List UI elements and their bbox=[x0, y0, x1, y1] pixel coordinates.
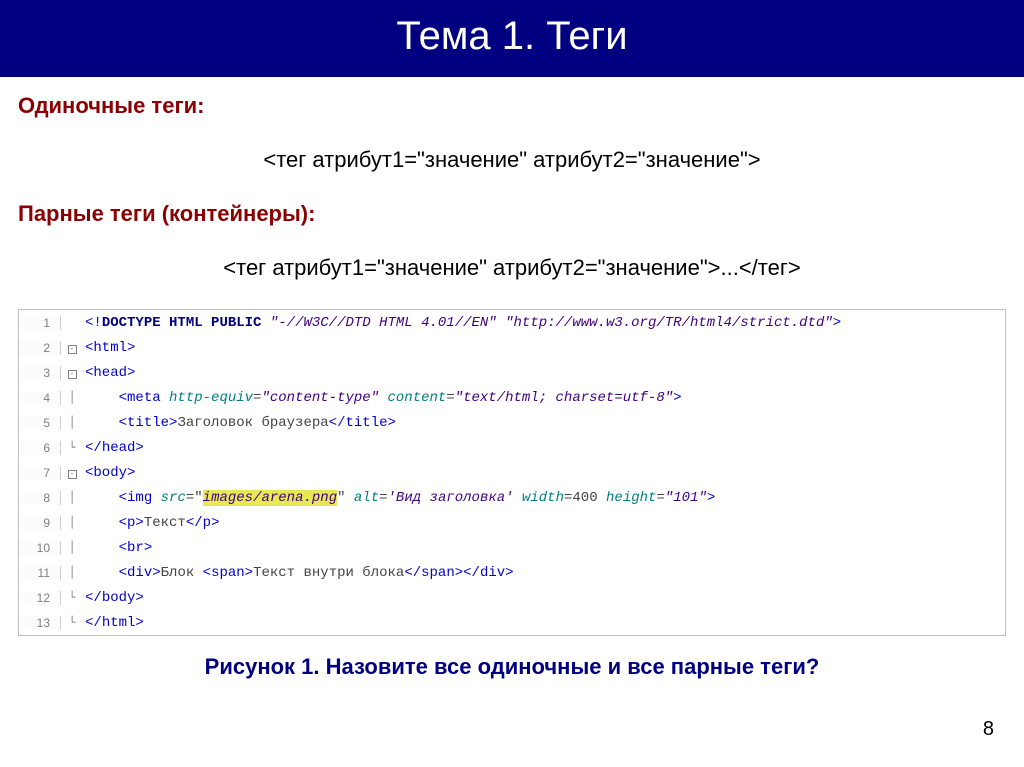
slide-title: Тема 1. Теги bbox=[0, 0, 1024, 77]
line-number: 13 bbox=[19, 616, 61, 630]
fold-marker: - bbox=[61, 466, 83, 479]
line-number: 11 bbox=[19, 566, 61, 580]
fold-marker: - bbox=[61, 341, 83, 354]
fold-marker: │ bbox=[61, 416, 83, 429]
page-number: 8 bbox=[983, 718, 994, 741]
line-number: 2 bbox=[19, 341, 61, 355]
line-number: 5 bbox=[19, 416, 61, 430]
code-row: 9│ <p>Текст</p> bbox=[19, 510, 1005, 535]
fold-marker: └ bbox=[61, 591, 83, 604]
code-row: 2-<html> bbox=[19, 335, 1005, 360]
line-number: 4 bbox=[19, 391, 61, 405]
fold-marker: │ bbox=[61, 491, 83, 504]
code-row: 4│ <meta http-equiv="content-type" conte… bbox=[19, 385, 1005, 410]
code-row: 8│ <img src="images/arena.png" alt='Вид … bbox=[19, 485, 1005, 510]
fold-marker: │ bbox=[61, 516, 83, 529]
line-number: 3 bbox=[19, 366, 61, 380]
syntax-paired: <тег атрибут1="значение" атрибут2="значе… bbox=[0, 255, 1024, 281]
code-line: <br> bbox=[83, 540, 1005, 556]
line-number: 8 bbox=[19, 491, 61, 505]
code-row: 12└</body> bbox=[19, 585, 1005, 610]
code-row: 3-<head> bbox=[19, 360, 1005, 385]
code-line: <img src="images/arena.png" alt='Вид заг… bbox=[83, 490, 1005, 506]
code-line: <div>Блок <span>Текст внутри блока</span… bbox=[83, 565, 1005, 581]
code-row: 5│ <title>Заголовок браузера</title> bbox=[19, 410, 1005, 435]
code-line: </body> bbox=[83, 590, 1005, 606]
fold-marker: └ bbox=[61, 616, 83, 629]
code-line: <body> bbox=[83, 465, 1005, 481]
fold-marker: │ bbox=[61, 391, 83, 404]
line-number: 7 bbox=[19, 466, 61, 480]
code-line: <!DOCTYPE HTML PUBLIC "-//W3C//DTD HTML … bbox=[83, 315, 1005, 331]
section-paired-tags: Парные теги (контейнеры): bbox=[18, 201, 1024, 227]
code-line: <p>Текст</p> bbox=[83, 515, 1005, 531]
fold-marker: │ bbox=[61, 566, 83, 579]
code-line: <html> bbox=[83, 340, 1005, 356]
code-line: </html> bbox=[83, 615, 1005, 631]
code-row: 7-<body> bbox=[19, 460, 1005, 485]
syntax-single: <тег атрибут1="значение" атрибут2="значе… bbox=[0, 147, 1024, 173]
line-number: 12 bbox=[19, 591, 61, 605]
line-number: 1 bbox=[19, 316, 61, 330]
figure-caption: Рисунок 1. Назовите все одиночные и все … bbox=[0, 654, 1024, 680]
fold-marker: └ bbox=[61, 441, 83, 454]
code-row: 11│ <div>Блок <span>Текст внутри блока</… bbox=[19, 560, 1005, 585]
code-example: 1 <!DOCTYPE HTML PUBLIC "-//W3C//DTD HTML… bbox=[18, 309, 1006, 636]
code-row: 13└</html> bbox=[19, 610, 1005, 635]
section-single-tags: Одиночные теги: bbox=[18, 93, 1024, 119]
code-line: <head> bbox=[83, 365, 1005, 381]
line-number: 6 bbox=[19, 441, 61, 455]
code-line: <meta http-equiv="content-type" content=… bbox=[83, 390, 1005, 406]
fold-marker: │ bbox=[61, 541, 83, 554]
line-number: 9 bbox=[19, 516, 61, 530]
code-row: 1 <!DOCTYPE HTML PUBLIC "-//W3C//DTD HTML… bbox=[19, 310, 1005, 335]
fold-marker: - bbox=[61, 366, 83, 379]
code-line: <title>Заголовок браузера</title> bbox=[83, 415, 1005, 431]
line-number: 10 bbox=[19, 541, 61, 555]
code-row: 6└</head> bbox=[19, 435, 1005, 460]
code-line: </head> bbox=[83, 440, 1005, 456]
code-row: 10│ <br> bbox=[19, 535, 1005, 560]
